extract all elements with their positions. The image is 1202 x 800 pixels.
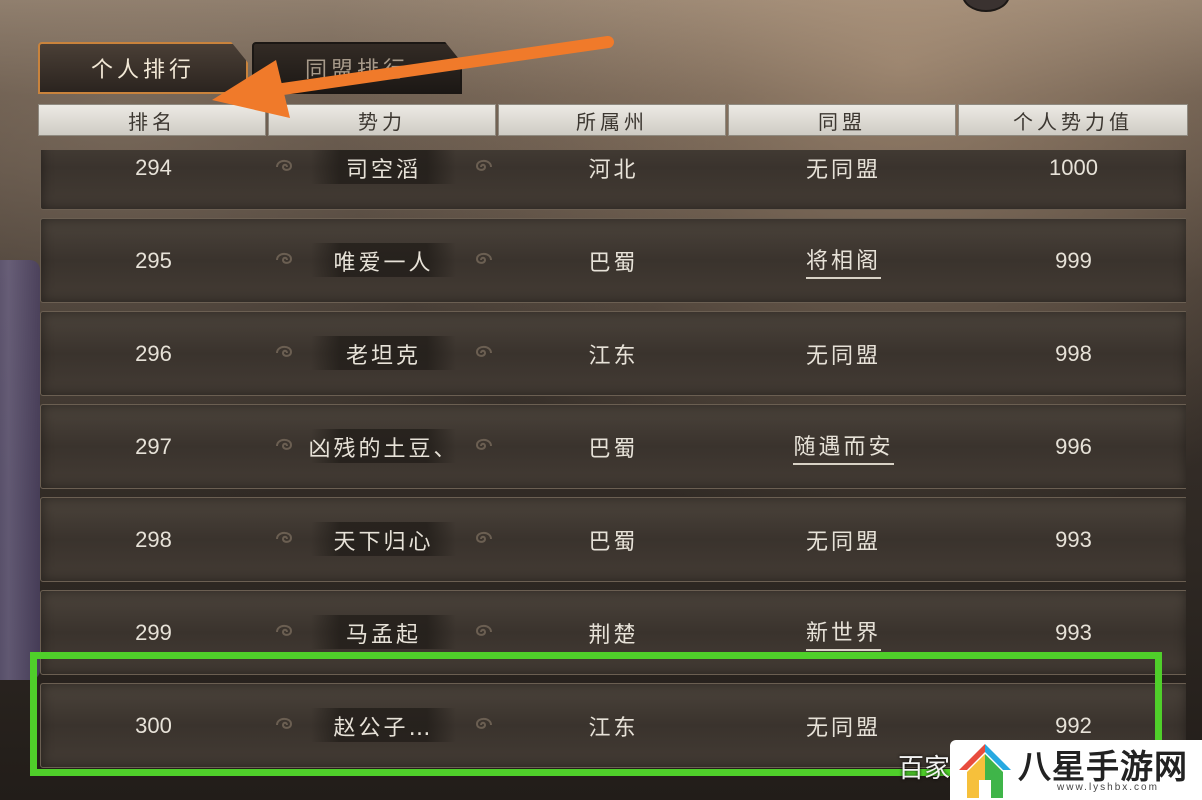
state-cell: 河北 <box>588 157 639 183</box>
faction-name[interactable]: 天下归心 <box>271 498 496 581</box>
tab-personal-ranking-label: 个人排行 <box>90 58 195 83</box>
alliance-name: 无同盟 <box>805 157 881 183</box>
table-row[interactable]: 297 凶残的土豆、 巴蜀 随遇而安 996 <box>40 404 1186 489</box>
alliance-name: 无同盟 <box>805 343 881 369</box>
power-value-cell: 996 <box>1055 433 1092 459</box>
column-header-faction[interactable]: 势力 <box>268 104 496 136</box>
tab-alliance-ranking[interactable]: 同盟排行 <box>252 42 462 94</box>
table-row[interactable]: 298 天下归心 巴蜀 无同盟 993 <box>40 497 1186 582</box>
watermark-text: 百家 <box>898 754 951 784</box>
faction-name[interactable]: 老坦克 <box>271 312 496 395</box>
tab-alliance-ranking-label: 同盟排行 <box>304 58 409 83</box>
rank-cell: 298 <box>135 526 172 552</box>
alliance-link[interactable]: 随遇而安 <box>793 429 894 465</box>
alliance-cell[interactable]: 将相阁 <box>731 219 956 302</box>
state-cell: 巴蜀 <box>588 250 639 276</box>
rank-cell: 294 <box>135 154 172 180</box>
rank-cell: 296 <box>135 340 172 366</box>
house-logo-icon <box>959 744 1011 798</box>
table-row[interactable]: 295 唯爱一人 巴蜀 将相阁 999 <box>40 218 1186 303</box>
power-value-cell: 999 <box>1055 247 1092 273</box>
faction-name[interactable]: 凶残的土豆、 <box>271 405 496 488</box>
alliance-cell: 无同盟 <box>731 150 956 209</box>
power-value-cell: 993 <box>1055 526 1092 552</box>
rank-cell: 297 <box>135 433 172 459</box>
column-header-power-value[interactable]: 个人势力值 <box>958 104 1188 136</box>
character-figure <box>0 260 40 680</box>
state-cell: 江东 <box>588 343 639 369</box>
alliance-cell[interactable]: 随遇而安 <box>731 405 956 488</box>
alliance-name: 无同盟 <box>805 529 881 555</box>
column-header-rank[interactable]: 排名 <box>38 104 266 136</box>
table-row[interactable]: 294 司空滔 河北 无同盟 1000 <box>40 150 1186 210</box>
tab-personal-ranking[interactable]: 个人排行 <box>38 42 248 94</box>
top-button-edge[interactable] <box>962 0 1010 12</box>
state-cell: 巴蜀 <box>588 529 639 555</box>
alliance-link[interactable]: 将相阁 <box>805 243 881 279</box>
table-row[interactable]: 296 老坦克 江东 无同盟 998 <box>40 311 1186 396</box>
alliance-link[interactable]: 新世界 <box>805 615 881 651</box>
watermark-url: www.lyshbx.com <box>1057 782 1159 793</box>
alliance-cell: 无同盟 <box>731 498 956 581</box>
column-header-alliance[interactable]: 同盟 <box>728 104 956 136</box>
rank-cell: 295 <box>135 247 172 273</box>
state-cell: 巴蜀 <box>588 436 639 462</box>
alliance-cell: 无同盟 <box>731 312 956 395</box>
faction-name[interactable]: 司空滔 <box>271 150 496 209</box>
column-header-state[interactable]: 所属州 <box>498 104 726 136</box>
power-value-cell: 998 <box>1055 340 1092 366</box>
power-value-cell: 1000 <box>1049 154 1098 180</box>
watermark-brand: 八星手游网 <box>1018 747 1188 786</box>
faction-name[interactable]: 唯爱一人 <box>271 219 496 302</box>
